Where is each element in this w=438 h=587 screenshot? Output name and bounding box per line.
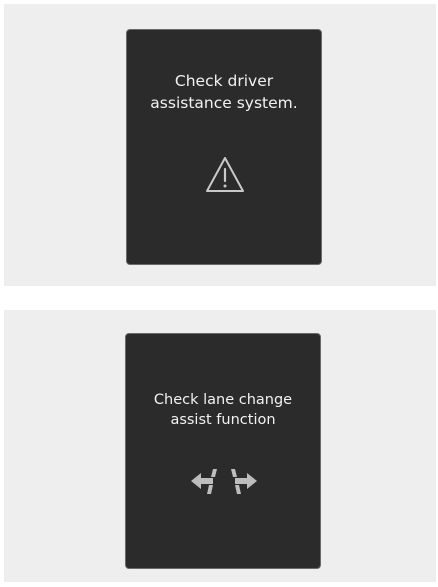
warning-message: Check driver assistance system. [150,72,298,112]
lane-change-arrows-icon [191,469,257,494]
warning-panel-lane-change-assist: Check lane change assist function [4,310,436,582]
cluster-display: Check driver assistance system. [126,29,322,265]
warning-panel-driver-assistance: Check driver assistance system. [4,4,436,286]
warning-message: Check lane change assist function [153,392,293,428]
warning-triangle-icon [206,157,244,192]
cluster-display: Check lane change assist function [125,333,321,569]
